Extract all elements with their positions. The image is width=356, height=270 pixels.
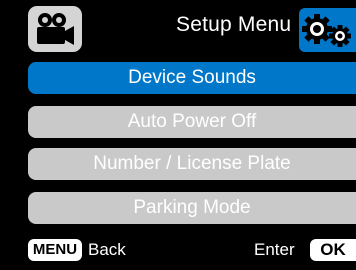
menu-item-number-license-plate[interactable]: Number / License Plate [28,148,356,180]
gears-icon[interactable] [299,8,356,52]
ok-key-badge[interactable]: OK [310,239,356,261]
header-bar: Setup Menu [0,0,356,60]
menu-item-parking-mode[interactable]: Parking Mode [28,192,356,224]
menu-item-device-sounds[interactable]: Device Sounds [28,62,356,94]
page-title: Setup Menu [176,13,292,36]
menu-key-badge[interactable]: MENU [28,239,82,261]
footer-bar: MENU Back Enter OK [0,232,356,270]
menu-item-auto-power-off[interactable]: Auto Power Off [28,106,356,138]
back-label: Back [88,240,126,259]
setup-menu-screen: Setup Menu Device Sounds Auto Power Off … [0,0,356,270]
enter-label: Enter [254,240,295,259]
video-camera-icon[interactable] [28,6,82,52]
